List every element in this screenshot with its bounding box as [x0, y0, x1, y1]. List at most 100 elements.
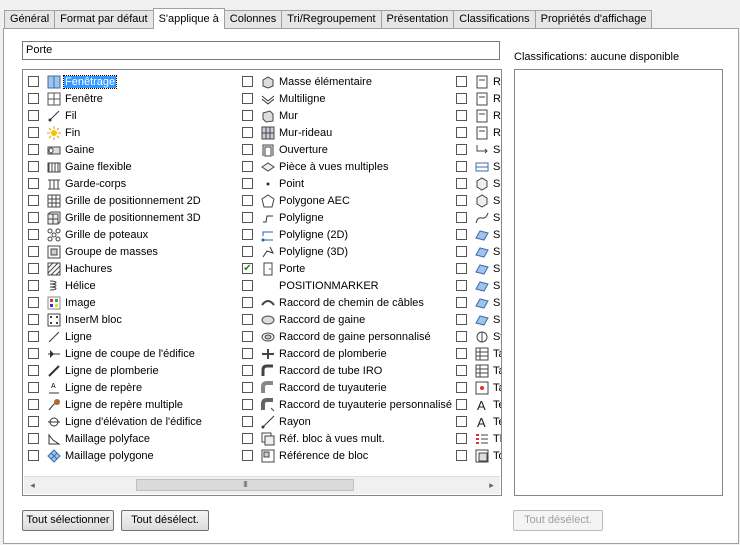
checkbox[interactable]: [242, 127, 253, 138]
list-item-maillage-polyface[interactable]: Maillage polyface: [28, 430, 203, 447]
list-item-piece-a-vues-multiples[interactable]: Pièce à vues multiples: [242, 158, 453, 175]
list-item-raccord-de-chemin-de-cables[interactable]: Raccord de chemin de câbles: [242, 294, 453, 311]
list-item-fin[interactable]: Fin: [28, 124, 203, 141]
checkbox[interactable]: [242, 348, 253, 359]
checkbox[interactable]: [28, 450, 39, 461]
checkbox[interactable]: [28, 212, 39, 223]
checkbox[interactable]: [242, 433, 253, 444]
checkbox[interactable]: [28, 297, 39, 308]
list-item-mur-rideau[interactable]: Mur-rideau: [242, 124, 453, 141]
list-item-point[interactable]: Point: [242, 175, 453, 192]
checkbox[interactable]: [242, 195, 253, 206]
list-item-inserm-bloc[interactable]: InserM bloc: [28, 311, 203, 328]
list-item-raccord-de-tuyauterie-personnalise[interactable]: Raccord de tuyauterie personnalisé: [242, 396, 453, 413]
list-item-su[interactable]: Su: [456, 243, 501, 260]
checkbox[interactable]: [28, 246, 39, 257]
checkbox[interactable]: [28, 348, 39, 359]
list-item-te[interactable]: A Te: [456, 396, 501, 413]
list-item-reference-de-bloc[interactable]: Référence de bloc: [242, 447, 453, 464]
checkbox[interactable]: [456, 348, 467, 359]
list-item-gaine[interactable]: Gaine: [28, 141, 203, 158]
checkbox[interactable]: [456, 314, 467, 325]
list-item-raccord-de-gaine-personnalise[interactable]: Raccord de gaine personnalisé: [242, 328, 453, 345]
checkbox[interactable]: [456, 433, 467, 444]
list-item-su[interactable]: Su: [456, 294, 501, 311]
list-item-te[interactable]: A Te: [456, 413, 501, 430]
list-item-ligne-de-repere[interactable]: A Ligne de repère: [28, 379, 203, 396]
checkbox[interactable]: [242, 382, 253, 393]
list-item-raccord-de-tuyauterie[interactable]: Raccord de tuyauterie: [242, 379, 453, 396]
list-item-so[interactable]: So: [456, 175, 501, 192]
checkbox[interactable]: [242, 280, 253, 291]
list-item-polygone-aec[interactable]: Polygone AEC: [242, 192, 453, 209]
list-item-masse-elementaire[interactable]: Masse élémentaire: [242, 73, 453, 90]
checkbox[interactable]: [28, 127, 39, 138]
tab-colonnes[interactable]: Colonnes: [223, 10, 283, 28]
checkbox[interactable]: [28, 416, 39, 427]
list-item-ta[interactable]: Ta: [456, 362, 501, 379]
checkbox[interactable]: [456, 365, 467, 376]
list-item-positionmarker[interactable]: POSITIONMARKER: [242, 277, 453, 294]
checkbox[interactable]: [242, 416, 253, 427]
list-item-hachures[interactable]: Hachures: [28, 260, 203, 277]
tab-tri-regroupement[interactable]: Tri/Regroupement: [281, 10, 382, 28]
list-item-helice[interactable]: Hélice: [28, 277, 203, 294]
list-item-ligne-de-plomberie[interactable]: Ligne de plomberie: [28, 362, 203, 379]
list-item-gaine-flexible[interactable]: Gaine flexible: [28, 158, 203, 175]
list-item-grille-de-positionnement-2d[interactable]: Grille de positionnement 2D: [28, 192, 203, 209]
deselect-all-button[interactable]: Tout désélect.: [121, 510, 209, 531]
list-item-sc[interactable]: Sc: [456, 141, 501, 158]
list-item-re[interactable]: Ré: [456, 90, 501, 107]
horizontal-scrollbar[interactable]: ◂ III ▸: [24, 476, 500, 494]
checkbox[interactable]: [28, 161, 39, 172]
list-item-grille-de-positionnement-3d[interactable]: Grille de positionnement 3D: [28, 209, 203, 226]
checkbox[interactable]: [456, 280, 467, 291]
checkbox[interactable]: [242, 110, 253, 121]
list-item-sp[interactable]: Sp: [456, 209, 501, 226]
list-item-raccord-de-gaine[interactable]: Raccord de gaine: [242, 311, 453, 328]
checkbox-checked[interactable]: ✔: [242, 263, 253, 274]
checkbox[interactable]: [456, 382, 467, 393]
checkbox[interactable]: [456, 450, 467, 461]
checkbox[interactable]: [242, 314, 253, 325]
checkbox[interactable]: [456, 229, 467, 240]
list-item-fil[interactable]: Fil: [28, 107, 203, 124]
list-item-maillage-polygone[interactable]: Maillage polygone: [28, 447, 203, 464]
list-item-grille-de-poteaux[interactable]: Grille de poteaux: [28, 226, 203, 243]
list-item-ligne-de-coupe-de-l-edifice[interactable]: Ligne de coupe de l'édifice: [28, 345, 203, 362]
checkbox[interactable]: [28, 365, 39, 376]
list-item-raccord-de-tube-iro[interactable]: Raccord de tube IRO: [242, 362, 453, 379]
list-item-se[interactable]: Se: [456, 158, 501, 175]
list-item-ta[interactable]: Ta: [456, 379, 501, 396]
checkbox[interactable]: [242, 246, 253, 257]
checkbox[interactable]: [242, 297, 253, 308]
checkbox[interactable]: [456, 178, 467, 189]
list-item-ligne-de-repere-multiple[interactable]: Ligne de repère multiple: [28, 396, 203, 413]
list-item-ta[interactable]: Ta: [456, 345, 501, 362]
checkbox[interactable]: [242, 161, 253, 172]
checkbox[interactable]: [242, 399, 253, 410]
list-item-re[interactable]: Ré: [456, 124, 501, 141]
checkbox[interactable]: [456, 416, 467, 427]
list-item-polyligne[interactable]: Polyligne: [242, 209, 453, 226]
checkbox[interactable]: [242, 93, 253, 104]
list-item-re[interactable]: Ré: [456, 73, 501, 90]
list-item-to[interactable]: To: [456, 447, 501, 464]
checkbox[interactable]: [28, 229, 39, 240]
tab-s-applique-a[interactable]: S'applique à: [152, 8, 225, 29]
checkbox[interactable]: [242, 144, 253, 155]
list-item-fenetre[interactable]: Fenêtre: [28, 90, 203, 107]
tab-general[interactable]: Général: [4, 10, 56, 28]
checkbox[interactable]: [456, 161, 467, 172]
filter-input[interactable]: Porte: [22, 41, 500, 60]
list-item-su[interactable]: Su: [456, 311, 501, 328]
tab-proprietes-d-affichage[interactable]: Propriétés d'affichage: [534, 10, 653, 28]
checkbox[interactable]: [456, 263, 467, 274]
list-item-polyligne-2d[interactable]: Polyligne (2D): [242, 226, 453, 243]
list-item-ligne[interactable]: Ligne: [28, 328, 203, 345]
checkbox[interactable]: [28, 263, 39, 274]
list-item-rayon[interactable]: Rayon: [242, 413, 453, 430]
checkbox[interactable]: [28, 331, 39, 342]
scroll-left-arrow-icon[interactable]: ◂: [24, 477, 41, 494]
list-item-su[interactable]: Su: [456, 260, 501, 277]
